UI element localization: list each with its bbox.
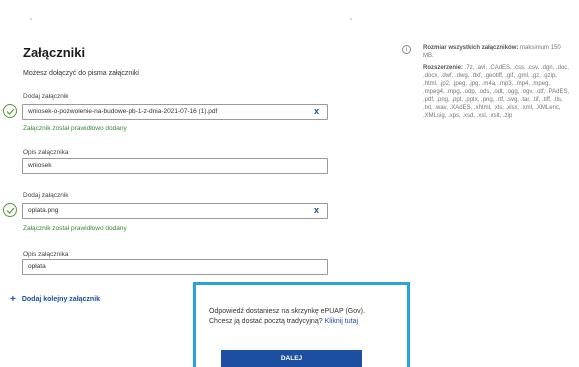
desc-label-1: Opis załącznika (23, 149, 69, 156)
file-label-2: Dodaj załącznik (23, 192, 69, 199)
dialog-line-1: Odpowiedź dostaniesz na skrzynkę ePUAP (… (209, 308, 365, 315)
file-input-1[interactable]: wniosek-o-pozwolenie-na-budowe-pb-1-z-dn… (22, 104, 328, 120)
section-title: Załączniki (23, 45, 86, 60)
remove-file-icon[interactable]: x (314, 106, 319, 116)
desc-value: wniosek (28, 162, 52, 169)
file-name: wniosek-o-pozwolenie-na-budowe-pb-1-z-dn… (28, 108, 218, 115)
file-input-2[interactable]: oplata.png x (22, 203, 328, 219)
next-button[interactable]: DALEJ (221, 350, 362, 367)
desc-input-2[interactable]: opłata (22, 259, 328, 275)
desc-input-1[interactable]: wniosek (22, 158, 328, 174)
success-message-1: Załącznik został prawidłowo dodany (23, 125, 127, 132)
file-label-1: Dodaj załącznik (23, 93, 69, 100)
dialog-message: Odpowiedź dostaniesz na skrzynkę ePUAP (… (209, 307, 404, 327)
remove-file-icon[interactable]: x (314, 205, 319, 215)
desc-value: opłata (28, 263, 46, 270)
decorative-dot (350, 18, 352, 20)
size-label: Rozmiar wszystkich załączników: (423, 45, 519, 51)
delivery-dialog: Odpowiedź dostaniesz na skrzynkę ePUAP (… (193, 282, 410, 367)
decorative-dot (30, 18, 32, 20)
dialog-line-2: Chcesz ją dostać pocztą tradycyjną? (209, 318, 323, 325)
plus-icon: + (10, 294, 16, 305)
success-check-icon (3, 104, 17, 118)
add-attachment-link[interactable]: + Dodaj kolejny załącznik (10, 293, 101, 305)
extensions-value: .7z, .avi, .CAdES, .css, .csv, .dgn, .do… (423, 65, 570, 119)
upload-info: Rozmiar wszystkich załączników: maksimum… (423, 44, 573, 124)
section-subtitle: Możesz dołączyć do pisma załączniki (23, 70, 139, 77)
add-attachment-label: Dodaj kolejny załącznik (21, 296, 101, 303)
success-check-icon (3, 203, 17, 217)
file-name: oplata.png (28, 207, 59, 214)
success-message-2: Załącznik został prawidłowo dodany (23, 225, 127, 232)
extensions-label: Rozszerzenie: (423, 65, 464, 71)
info-icon: i (402, 45, 411, 54)
click-here-link[interactable]: Kliknij tutaj (325, 318, 358, 325)
desc-label-2: Opis załącznika (23, 251, 69, 258)
